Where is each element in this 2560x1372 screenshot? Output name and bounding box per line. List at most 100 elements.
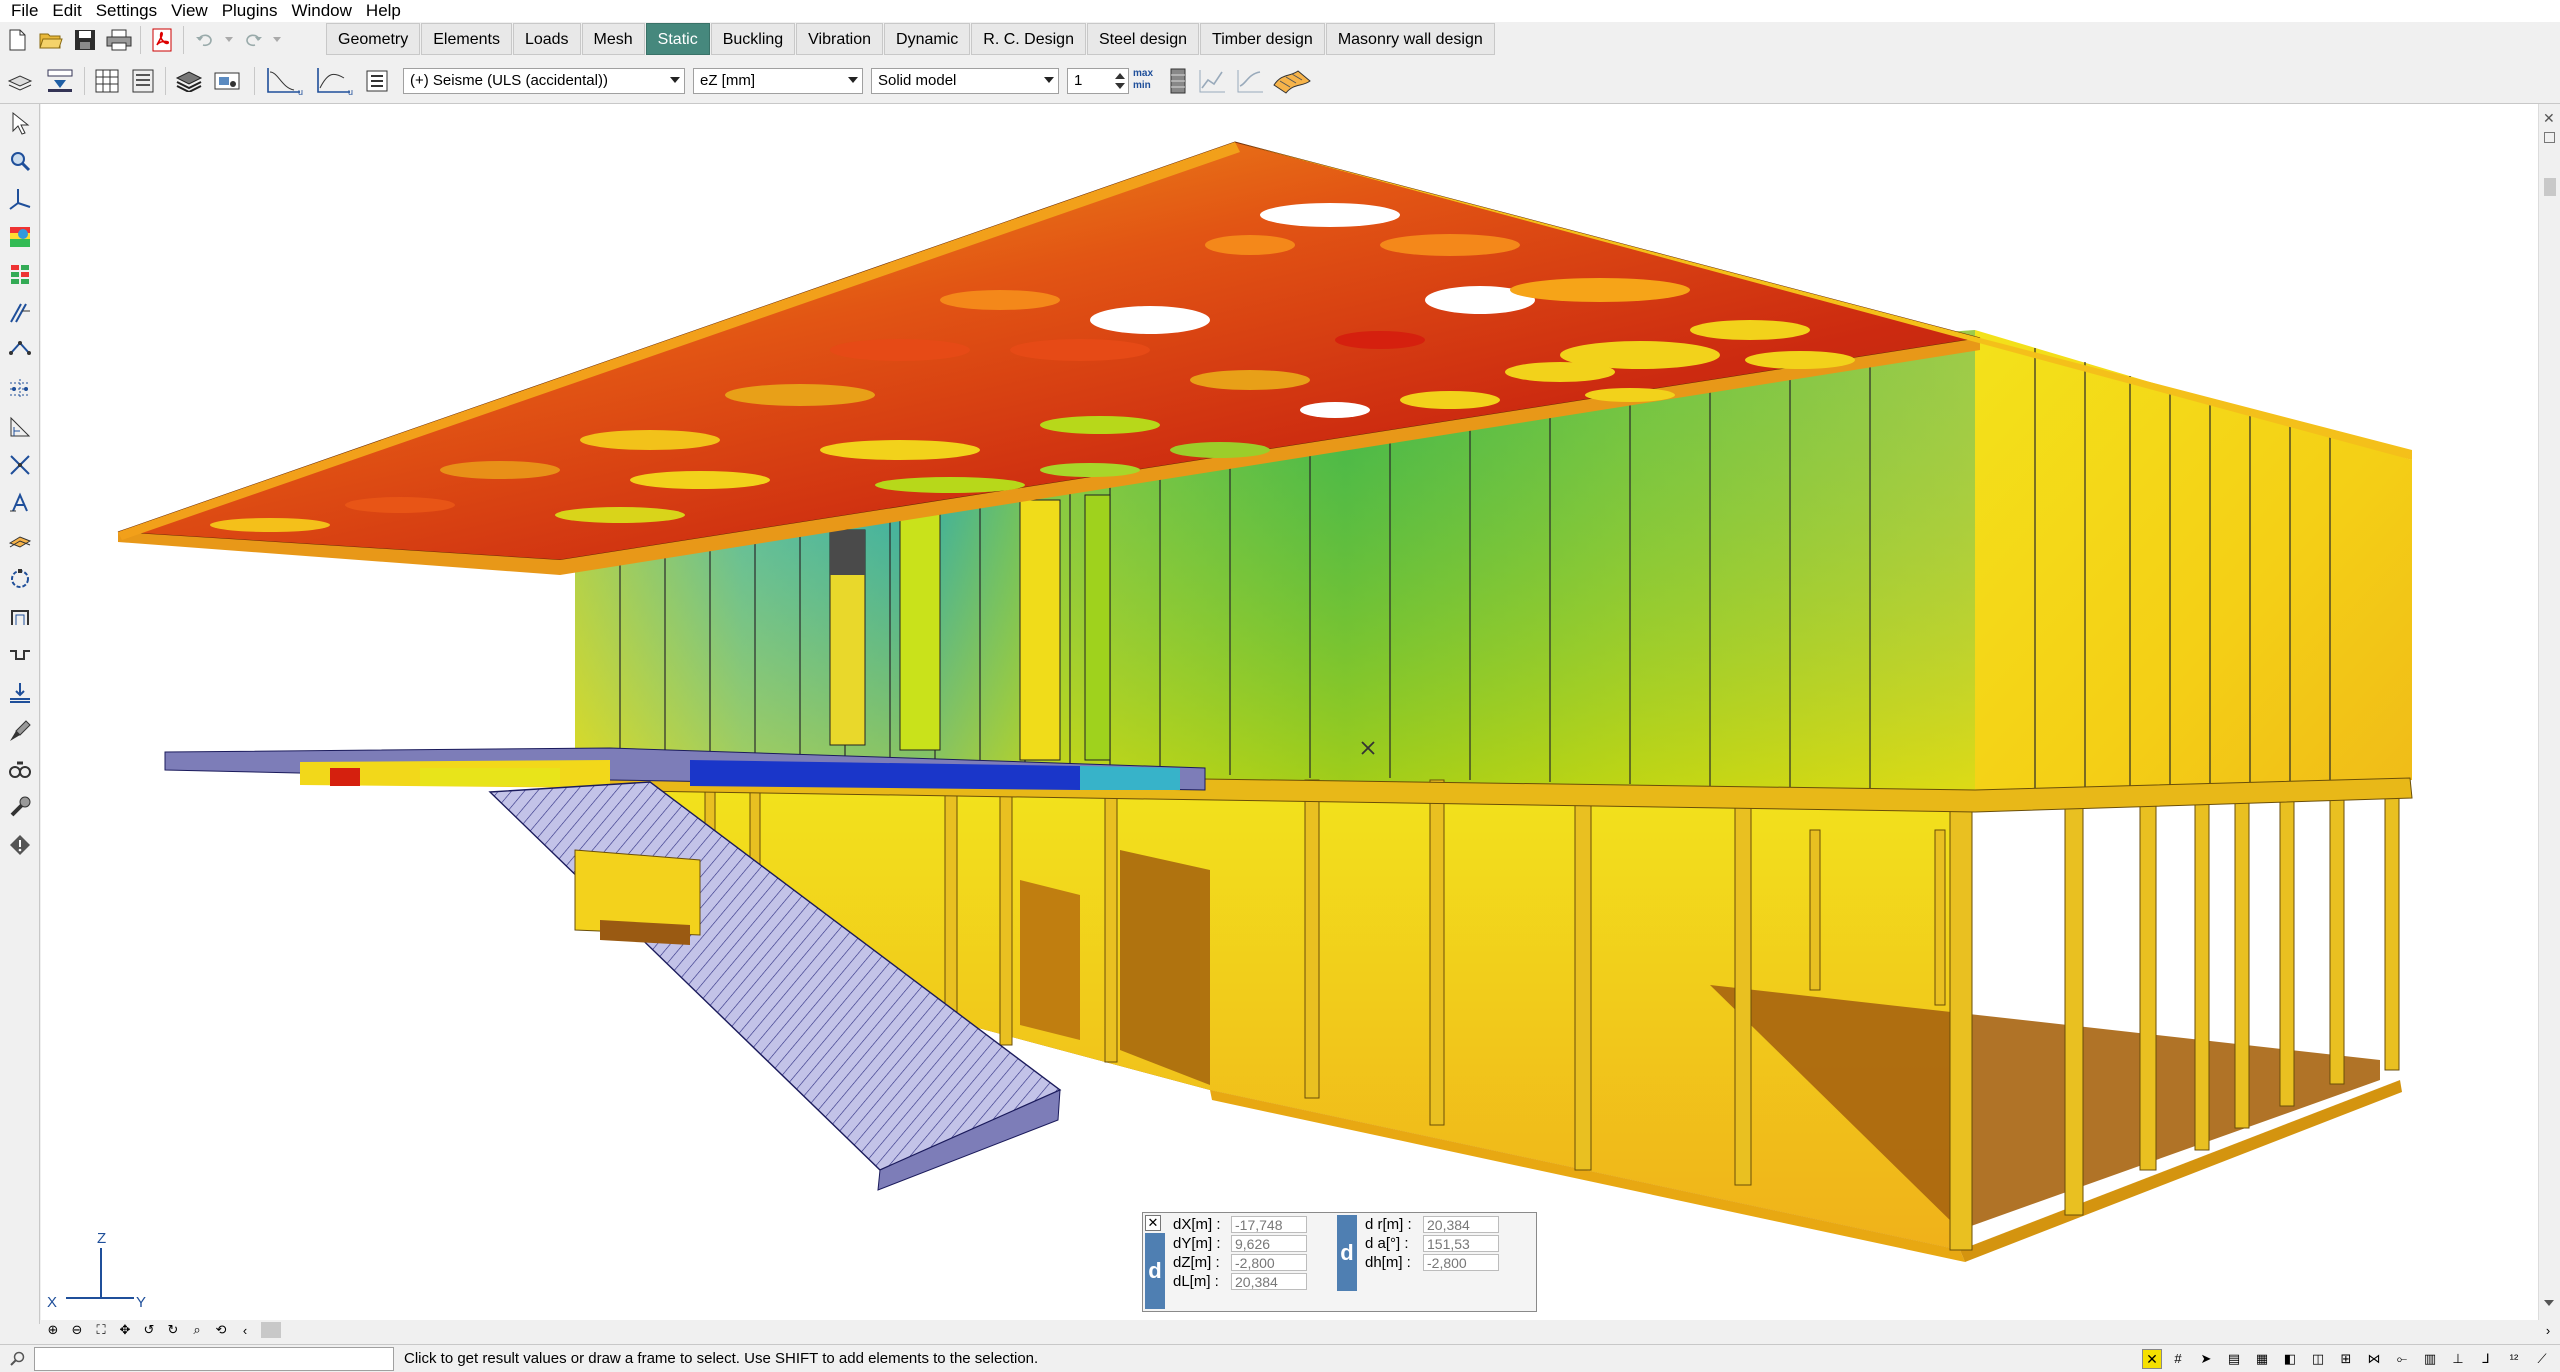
table-view-button[interactable]	[89, 64, 125, 98]
graph-button-1[interactable]	[1193, 64, 1231, 98]
numbering-button[interactable]: ¹²	[2502, 1349, 2526, 1369]
section-button[interactable]: ⋈	[2362, 1349, 2386, 1369]
support-tool-button[interactable]	[0, 636, 40, 674]
render-snap-button[interactable]: ◧	[2278, 1349, 2302, 1369]
text-tool-button[interactable]	[0, 484, 40, 522]
menu-plugins[interactable]: Plugins	[215, 0, 285, 22]
loop-tool-button[interactable]	[0, 560, 40, 598]
dimension-tool-button[interactable]	[0, 408, 40, 446]
result-component-select[interactable]: eZ [mm]	[693, 67, 863, 94]
wrench-tool-button[interactable]	[0, 788, 40, 826]
print-button[interactable]	[102, 23, 136, 57]
tab-buckling[interactable]: Buckling	[710, 23, 796, 55]
grid-view-button[interactable]: ▥	[2418, 1349, 2442, 1369]
new-file-button[interactable]	[0, 23, 34, 57]
load-case-select[interactable]: (+) Seisme (ULS (accidental))	[403, 67, 685, 94]
section-tool-button[interactable]	[0, 598, 40, 636]
command-input[interactable]	[34, 1346, 394, 1371]
screenshot-button[interactable]	[210, 64, 244, 98]
undo-button[interactable]	[188, 23, 222, 57]
grid-tool-button[interactable]	[0, 370, 40, 408]
scroll-left-button[interactable]: ‹	[233, 1320, 257, 1340]
tab-steel-design[interactable]: Steel design	[1086, 23, 1200, 55]
graph-button-2[interactable]	[1231, 64, 1269, 98]
frame-button[interactable]: ⊞	[2334, 1349, 2358, 1369]
menu-settings[interactable]: Settings	[89, 0, 164, 22]
redo-button[interactable]	[236, 23, 270, 57]
color-scale-button[interactable]	[1163, 64, 1193, 98]
undo-dropdown[interactable]	[222, 23, 236, 57]
paint-tool-button[interactable]	[0, 712, 40, 750]
tab-geometry[interactable]: Geometry	[326, 23, 421, 55]
save-button[interactable]	[68, 23, 102, 57]
scroll-down-icon[interactable]	[2544, 1300, 2554, 1306]
layer-visibility-button[interactable]	[170, 64, 210, 98]
tab-dynamic[interactable]: Dynamic	[884, 23, 971, 55]
zoom-window-button[interactable]: ⌕	[185, 1320, 209, 1340]
menu-view[interactable]: View	[164, 0, 215, 22]
tab-mesh[interactable]: Mesh	[581, 23, 645, 55]
horizontal-scroll-thumb[interactable]	[261, 1322, 281, 1338]
tab-rc-design[interactable]: R. C. Design	[971, 23, 1086, 55]
select-tool-button[interactable]	[0, 104, 40, 142]
menu-edit[interactable]: Edit	[45, 0, 88, 22]
menu-window[interactable]: Window	[284, 0, 358, 22]
layers-button[interactable]	[0, 64, 40, 98]
axes-tool-button[interactable]	[0, 180, 40, 218]
zoom-tool-button[interactable]	[0, 142, 40, 180]
close-view-icon[interactable]: ✕	[2543, 110, 2555, 127]
vertical-scrollbar[interactable]: ✕	[2538, 104, 2560, 1320]
menu-file[interactable]: File	[4, 0, 45, 22]
tab-elements[interactable]: Elements	[421, 23, 512, 55]
menu-help[interactable]: Help	[359, 0, 408, 22]
tab-static[interactable]: Static	[645, 23, 710, 55]
structure-snap-button[interactable]: ▦	[2250, 1349, 2274, 1369]
list-options-button[interactable]	[359, 64, 395, 98]
scroll-right-button[interactable]: ›	[2536, 1320, 2560, 1340]
rotate-left-button[interactable]: ↺	[137, 1320, 161, 1340]
deformed-shape-button[interactable]	[1269, 64, 1315, 98]
zoom-in-button[interactable]: ⊕	[41, 1320, 65, 1340]
workplane-button[interactable]: ◫	[2306, 1349, 2330, 1369]
surface-tool-button[interactable]	[0, 522, 40, 560]
pan-button[interactable]: ✥	[113, 1320, 137, 1340]
import-results-button[interactable]	[40, 64, 80, 98]
tab-masonry-wall-design[interactable]: Masonry wall design	[1325, 23, 1495, 55]
scroll-thumb[interactable]	[2544, 178, 2556, 196]
pointer-snap-button[interactable]: ➤	[2194, 1349, 2218, 1369]
zoom-out-button[interactable]: ⊖	[65, 1320, 89, 1340]
rotate-right-button[interactable]: ↻	[161, 1320, 185, 1340]
model-viewport[interactable]: Z X Y ✕ d dX[m] : -17,748 dY[m] : 9,626 …	[41, 104, 2538, 1320]
close-measure-button[interactable]: ✕	[1145, 1215, 1161, 1231]
diagram-mode-2-button[interactable]: u	[309, 64, 359, 98]
tab-timber-design[interactable]: Timber design	[1200, 23, 1325, 55]
export-pdf-button[interactable]	[145, 23, 179, 57]
diagram-mode-1-button[interactable]: u	[259, 64, 309, 98]
cut-tool-button[interactable]	[0, 446, 40, 484]
axis-view-button[interactable]: ⅃	[2474, 1349, 2498, 1369]
render-tool-button[interactable]	[0, 218, 40, 256]
command-search-button[interactable]	[0, 1346, 34, 1372]
link-button[interactable]: ⟜	[2390, 1349, 2414, 1369]
binocular-tool-button[interactable]	[0, 750, 40, 788]
step-spinner[interactable]: 1	[1067, 67, 1129, 94]
support-view-button[interactable]: ⊥	[2446, 1349, 2470, 1369]
restore-view-icon[interactable]	[2544, 132, 2555, 143]
info-tool-button[interactable]	[0, 826, 40, 864]
legend-tool-button[interactable]	[0, 256, 40, 294]
previous-view-button[interactable]: ⟲	[209, 1320, 233, 1340]
redo-dropdown[interactable]	[270, 23, 284, 57]
tab-vibration[interactable]: Vibration	[796, 23, 884, 55]
ruler-button[interactable]: ⟋	[2530, 1349, 2554, 1369]
display-mode-select[interactable]: Solid model	[871, 67, 1059, 94]
bar-tool-button[interactable]	[0, 294, 40, 332]
snap-toggle-button[interactable]: ✕	[2142, 1348, 2162, 1369]
node-tool-button[interactable]	[0, 332, 40, 370]
grid-snap-button[interactable]: #	[2166, 1349, 2190, 1369]
load-tool-button[interactable]	[0, 674, 40, 712]
report-button[interactable]	[125, 64, 161, 98]
open-file-button[interactable]	[34, 23, 68, 57]
zoom-extents-button[interactable]: ⛶	[89, 1320, 113, 1340]
extreme-values-button[interactable]: max min	[1133, 65, 1163, 97]
layer-snap-button[interactable]: ▤	[2222, 1349, 2246, 1369]
